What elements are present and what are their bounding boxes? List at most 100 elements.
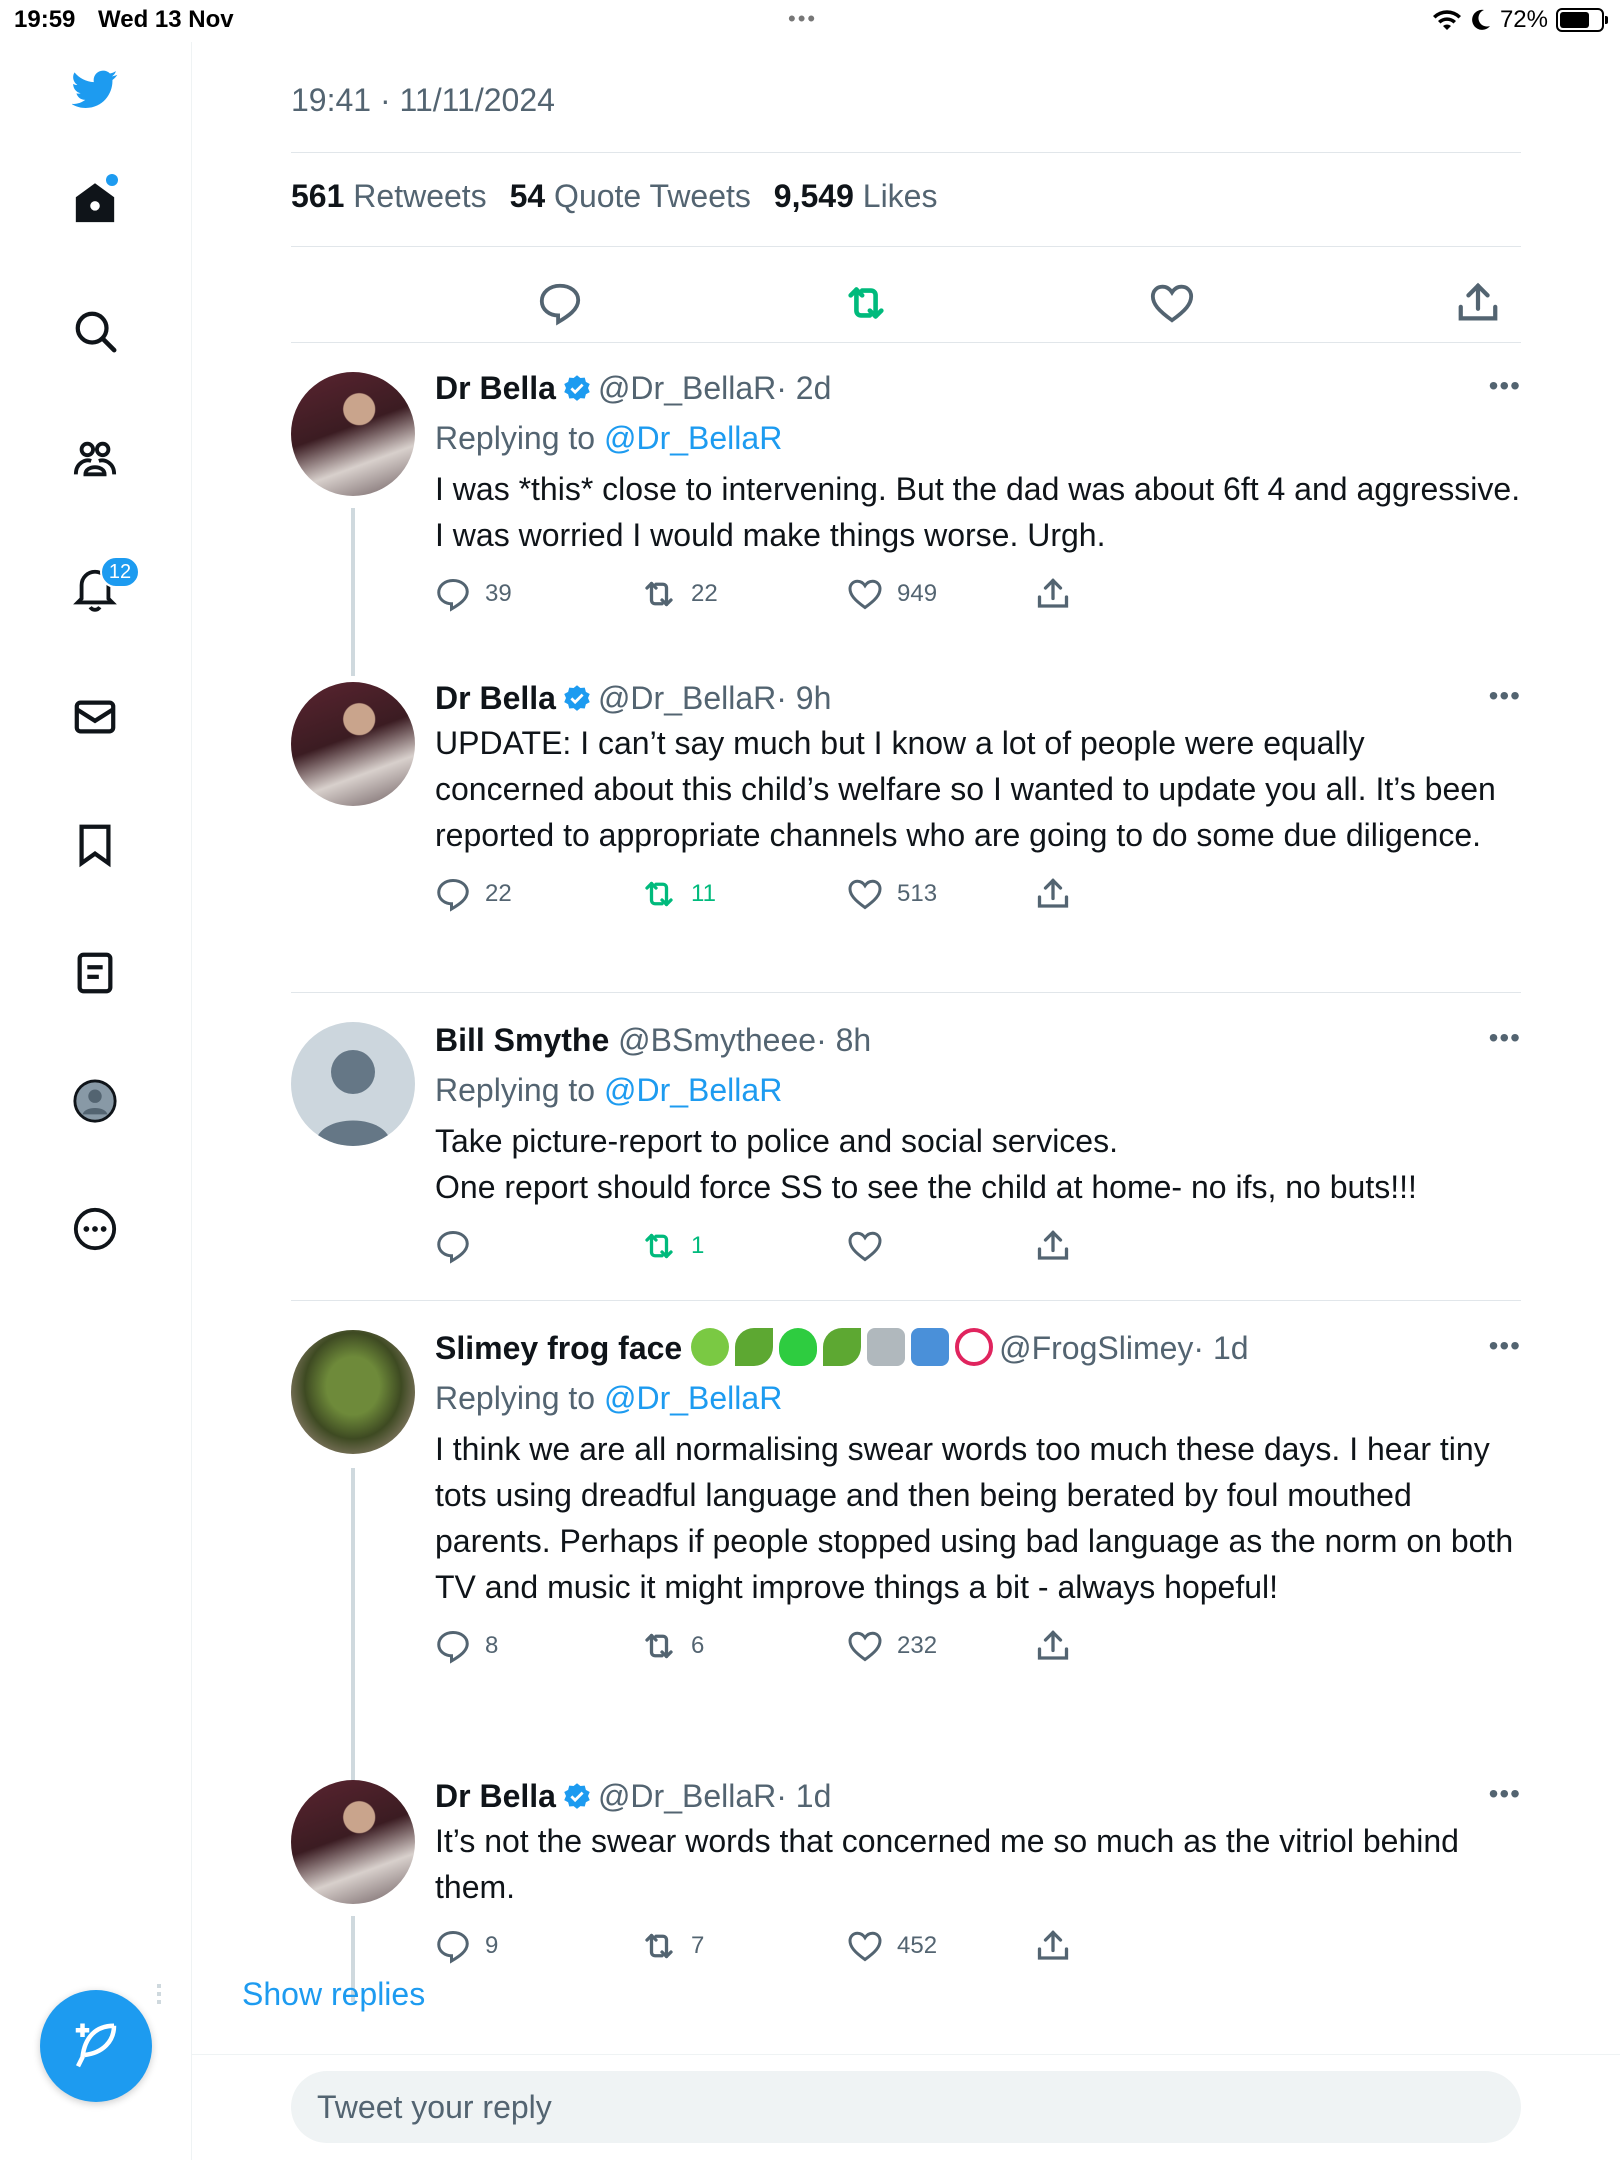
retweet-icon [645,581,673,607]
handle[interactable]: @Dr_BellaR [598,680,776,716]
share-button[interactable] [1035,576,1071,612]
like-count[interactable]: 452 [847,1928,937,1964]
reply-age: · 1d [776,1778,832,1814]
search-icon[interactable] [66,302,124,360]
home-icon[interactable] [66,174,124,232]
reply-icon [437,1630,469,1664]
like-count[interactable]: 513 [847,876,937,912]
retweet-count[interactable]: 22 [641,576,718,612]
handle[interactable]: @Dr_BellaR [598,1778,776,1814]
replying-to-link[interactable]: @Dr_BellaR [604,1072,782,1108]
reply-composer-bar [192,2054,1620,2160]
multitasking-dots[interactable]: ••• [788,6,817,32]
tweet-stats: 561 Retweets 54 Quote Tweets 9,549 Likes [291,178,937,215]
bookmark-icon[interactable] [66,816,124,874]
reply-age: · 8h [816,1022,872,1058]
reply-tweet[interactable]: Dr Bella @Dr_BellaR· 2d ••• Replying to @… [291,368,1521,698]
show-replies-link[interactable]: Show replies [242,1976,642,2016]
reply-header: Dr Bella @Dr_BellaR· 2d [435,368,1521,408]
reply-count[interactable]: 39 [435,576,512,612]
retweets-stat[interactable]: 561 Retweets [291,178,487,214]
messages-icon[interactable] [66,688,124,746]
reply-text: I was *this* close to intervening. But t… [435,471,1521,553]
lists-icon[interactable] [66,944,124,1002]
communities-icon[interactable] [66,430,124,488]
herb-emoji [735,1328,774,1366]
more-options-icon[interactable]: ••• [1489,1022,1521,1054]
avatar[interactable] [291,682,415,806]
likes-stat[interactable]: 9,549 Likes [774,178,938,214]
display-name[interactable]: Dr Bella [435,680,556,716]
reply-icon [437,878,469,912]
share-button[interactable] [1035,1228,1071,1264]
notification-count-badge: 12 [100,556,140,588]
avatar[interactable] [291,1330,415,1454]
more-options-icon[interactable]: ••• [1489,1330,1521,1362]
reply-actions: 22 11 513 [435,870,1521,920]
status-right: 72% [1432,6,1608,34]
share-button[interactable] [1035,1928,1071,1964]
like-count[interactable]: 949 [847,576,937,612]
display-name[interactable]: Dr Bella [435,1778,556,1814]
share-icon [1037,1230,1069,1260]
divider [291,992,1521,993]
retweet-count[interactable]: 7 [641,1928,704,1964]
reply-tweet[interactable]: Bill Smythe @BSmytheee· 8h ••• Replying … [291,1020,1521,1310]
put-litter-in-bin-emoji [911,1328,950,1366]
reply-count[interactable]: 22 [435,876,512,912]
quote-tweets-stat[interactable]: 54 Quote Tweets [510,178,751,214]
green-heart-emoji [779,1328,818,1366]
reply-text: It’s not the swear words that concerned … [435,1823,1459,1905]
avatar[interactable] [291,1022,415,1146]
share-button[interactable] [1035,1628,1071,1664]
retweet-count[interactable]: 1 [641,1228,704,1264]
profile-icon[interactable] [66,1072,124,1130]
reply-tweet[interactable]: Slimey frog face @FrogSlimey· 1d ••• Rep… [291,1328,1521,1808]
like-count[interactable] [847,1228,897,1264]
replying-to-link[interactable]: @Dr_BellaR [604,420,782,456]
display-name[interactable]: Slimey frog face [435,1330,682,1366]
battery-percent: 72% [1499,6,1548,33]
display-name[interactable]: Bill Smythe [435,1022,609,1058]
compose-tweet-button[interactable] [40,1990,152,2102]
more-options-icon[interactable]: ••• [1489,1778,1521,1810]
share-button[interactable] [1035,876,1071,912]
handle[interactable]: @BSmytheee [618,1022,816,1058]
reply-count[interactable]: 8 [435,1628,498,1664]
reply-icon[interactable] [537,280,583,326]
verified-badge-icon [564,375,590,401]
compose-feather-icon [75,2023,117,2068]
reply-text: Take picture-report to police and social… [435,1123,1417,1205]
more-icon[interactable] [66,1200,124,1258]
sidebar: 12 [0,42,192,2160]
retweet-count[interactable]: 11 [641,876,716,912]
retweet-icon [645,1233,673,1259]
share-icon[interactable] [1455,280,1501,326]
no-littering-emoji [955,1328,994,1366]
reply-header: Dr Bella @Dr_BellaR· 1d [435,1776,1521,1816]
retweet-count[interactable]: 6 [641,1628,704,1664]
reply-tweet[interactable]: Dr Bella @Dr_BellaR· 1d ••• It’s not the … [291,1776,1521,2006]
twitter-bird-icon[interactable] [66,60,124,118]
display-name[interactable]: Dr Bella [435,370,556,406]
like-count[interactable]: 232 [847,1628,937,1664]
reply-icon [437,1230,469,1264]
reply-input[interactable] [291,2071,1521,2143]
avatar[interactable] [291,1780,415,1904]
reply-count[interactable] [435,1228,485,1264]
verified-badge-icon [564,1783,590,1809]
handle[interactable]: @FrogSlimey [999,1330,1193,1366]
reply-count[interactable]: 9 [435,1928,498,1964]
handle[interactable]: @Dr_BellaR [598,370,776,406]
replying-to-link[interactable]: @Dr_BellaR [604,1380,782,1416]
like-icon [848,1231,882,1262]
retweet-icon[interactable] [843,280,889,326]
like-icon[interactable] [1149,280,1195,326]
wastebasket-emoji [867,1328,906,1366]
reply-icon [437,578,469,612]
reply-tweet[interactable]: Dr Bella @Dr_BellaR· 9h ••• UPDATE: I can… [291,678,1521,1008]
more-options-icon[interactable]: ••• [1489,370,1521,402]
tweet-timestamp[interactable]: 19:41 · 11/11/2024 [291,82,555,119]
avatar[interactable] [291,372,415,496]
more-options-icon[interactable]: ••• [1489,680,1521,712]
